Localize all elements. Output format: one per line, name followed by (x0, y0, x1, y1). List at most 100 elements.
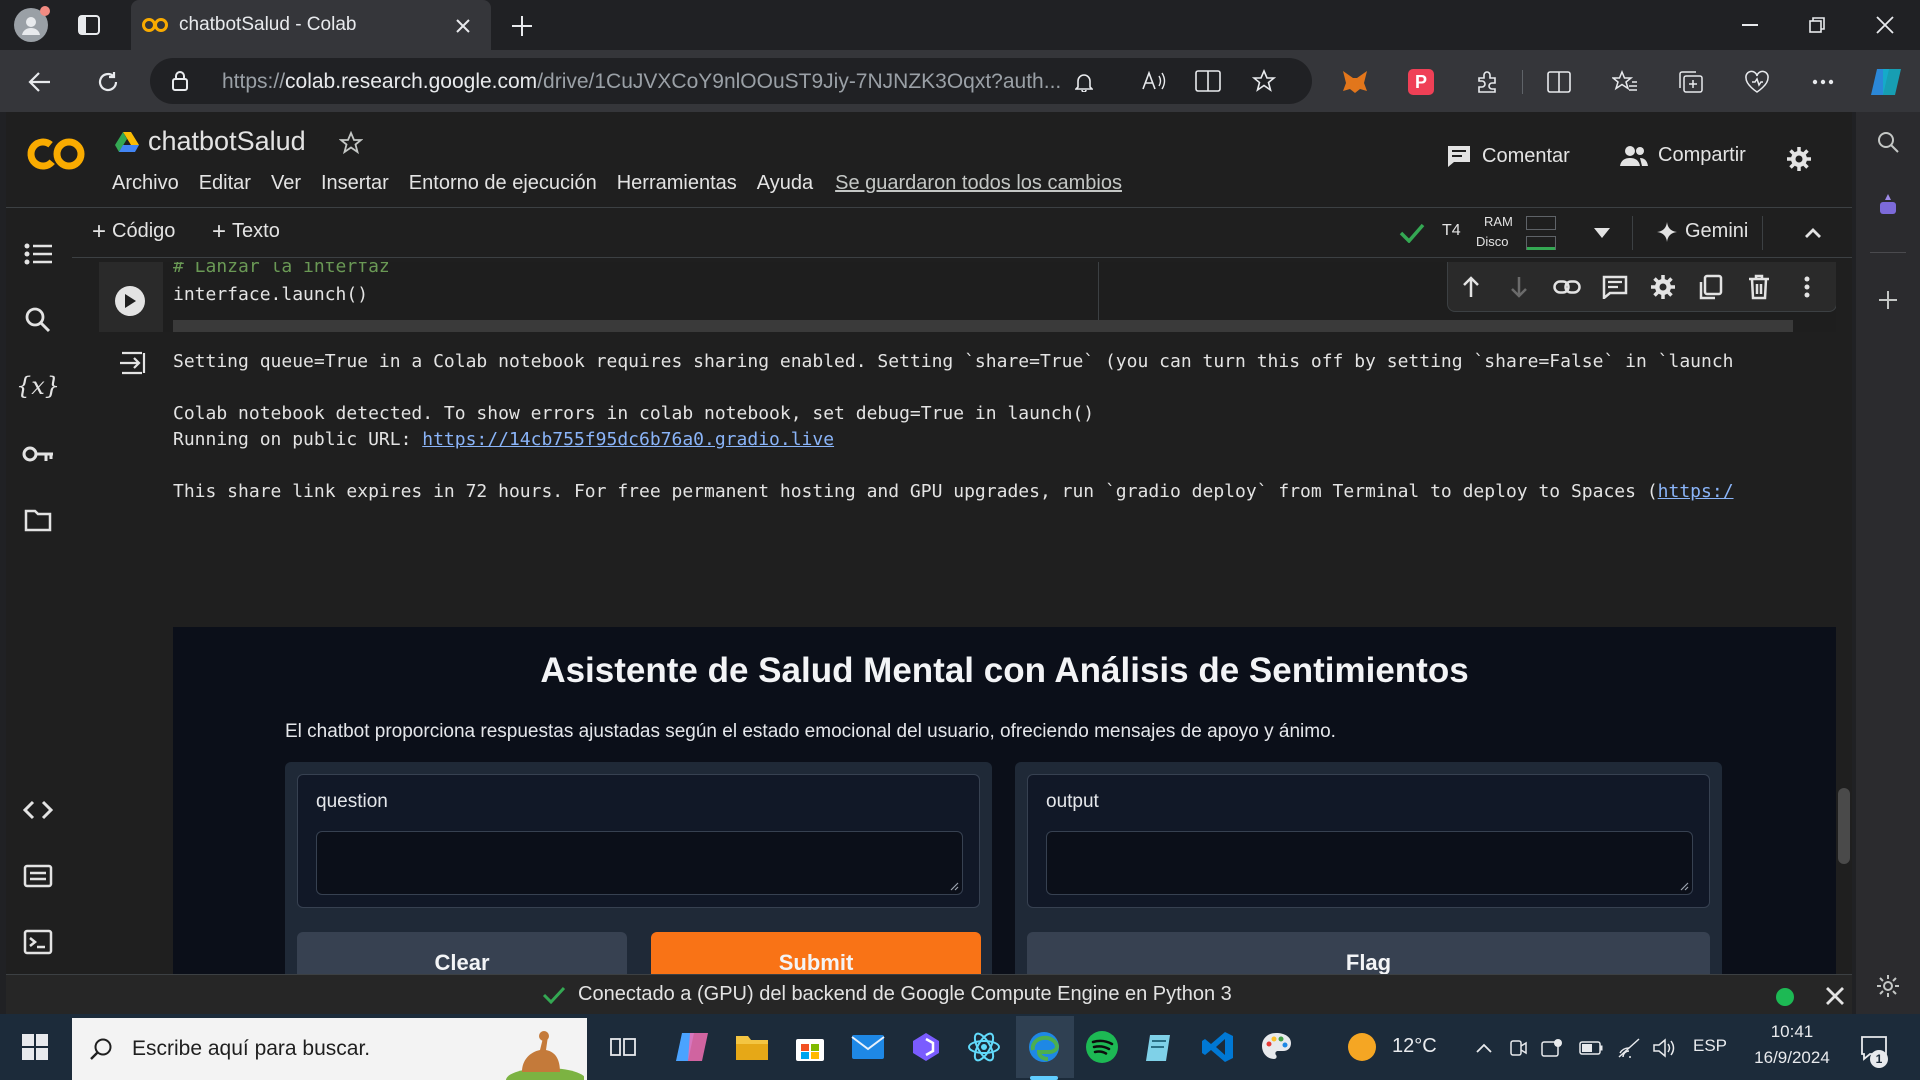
code-snippets-icon[interactable] (18, 792, 58, 828)
spotify-icon[interactable] (1082, 1028, 1122, 1066)
address-bar[interactable]: https://colab.research.google.com/drive/… (150, 58, 1312, 104)
cell-settings-icon[interactable] (1648, 272, 1678, 302)
immersive-reader-icon[interactable] (1194, 69, 1222, 93)
react-devtools-icon[interactable] (964, 1028, 1004, 1066)
lock-icon[interactable] (170, 70, 190, 92)
saved-status-link[interactable]: Se guardaron todos los cambios (835, 172, 1122, 195)
tab-actions-icon[interactable] (74, 10, 104, 40)
runtime-type[interactable]: T4 (1442, 222, 1461, 240)
vertical-scrollbar-thumb[interactable] (1838, 788, 1850, 864)
gemini-button[interactable]: Gemini (1657, 220, 1748, 243)
favorite-star-icon[interactable] (1250, 68, 1278, 94)
show-hidden-icons-chevron-icon[interactable] (1472, 1036, 1496, 1060)
add-code-button[interactable]: + Código (92, 219, 175, 243)
sidebar-games-icon[interactable] (1874, 190, 1902, 218)
microsoft-store-icon[interactable] (790, 1028, 830, 1066)
command-palette-icon[interactable] (18, 858, 58, 894)
colab-logo[interactable]: CO (26, 134, 86, 174)
horizontal-scrollbar[interactable] (173, 320, 1793, 332)
new-tab-icon[interactable] (508, 12, 536, 40)
menu-ayuda[interactable]: Ayuda (757, 172, 813, 195)
mirror-cell-icon[interactable] (1696, 272, 1726, 302)
paint-app-icon[interactable] (1256, 1028, 1296, 1066)
taskbar-search[interactable]: Escribe aquí para buscar. (72, 1018, 587, 1080)
edge-browser-icon[interactable] (1024, 1028, 1064, 1066)
add-comment-icon[interactable] (1600, 272, 1630, 302)
delete-cell-icon[interactable] (1744, 272, 1774, 302)
notification-bell-icon[interactable] (1072, 70, 1096, 94)
copilot-app-icon[interactable] (672, 1028, 712, 1066)
close-window-icon[interactable] (1870, 12, 1900, 38)
output-textarea[interactable] (1046, 831, 1693, 895)
minimize-icon[interactable] (1735, 12, 1765, 38)
terminal-icon[interactable] (18, 924, 58, 960)
notes-app-icon[interactable] (1140, 1028, 1180, 1066)
notebook-title[interactable]: chatbotSalud (148, 126, 306, 157)
clipchamp-icon[interactable] (906, 1028, 946, 1066)
comment-button[interactable]: Comentar (1446, 144, 1570, 168)
file-explorer-icon[interactable] (732, 1028, 772, 1066)
pocket-extension-icon[interactable]: P (1406, 67, 1436, 97)
runtime-dropdown-icon[interactable] (1590, 222, 1614, 244)
clear-button[interactable]: Clear (297, 932, 627, 974)
table-of-contents-icon[interactable] (18, 236, 58, 272)
read-aloud-icon[interactable] (1140, 69, 1168, 93)
split-screen-icon[interactable] (1544, 67, 1574, 97)
favorites-icon[interactable] (1610, 67, 1640, 97)
move-down-icon[interactable] (1504, 272, 1534, 302)
search-icon[interactable] (18, 302, 58, 338)
share-button[interactable]: Compartir (1620, 144, 1746, 167)
menu-editar[interactable]: Editar (199, 172, 251, 195)
weather-sun-icon[interactable] (1344, 1030, 1380, 1064)
sidebar-add-icon[interactable] (1874, 286, 1902, 314)
wifi-icon[interactable] (1616, 1036, 1642, 1060)
task-view-icon[interactable] (606, 1032, 640, 1062)
vscode-icon[interactable] (1198, 1028, 1238, 1066)
extensions-icon[interactable] (1472, 67, 1502, 97)
collapse-header-icon[interactable] (1798, 220, 1828, 246)
secrets-key-icon[interactable] (18, 436, 58, 472)
link-icon[interactable] (1552, 272, 1582, 302)
files-folder-icon[interactable] (18, 502, 58, 538)
code-cell[interactable]: # Lanzar la interfaz interface.launch() (99, 262, 1836, 332)
copilot-icon[interactable] (1868, 64, 1904, 100)
windows-start-icon[interactable] (18, 1032, 52, 1062)
weather-temperature[interactable]: 12°C (1392, 1035, 1437, 1058)
security-icon[interactable] (1540, 1036, 1564, 1060)
settings-gear-icon[interactable] (1784, 144, 1814, 174)
sidebar-settings-icon[interactable] (1874, 972, 1902, 1000)
move-up-icon[interactable] (1456, 272, 1486, 302)
add-text-button[interactable]: + Texto (212, 219, 280, 243)
taskbar-clock[interactable]: 10:41 16/9/2024 (1742, 1022, 1842, 1068)
menu-archivo[interactable]: Archivo (112, 172, 179, 195)
spaces-docs-link[interactable]: https:/ (1658, 481, 1734, 502)
menu-entorno[interactable]: Entorno de ejecución (409, 172, 597, 195)
question-textarea[interactable] (316, 831, 963, 895)
menu-herramientas[interactable]: Herramientas (617, 172, 737, 195)
flag-button[interactable]: Flag (1027, 932, 1710, 974)
resource-monitor[interactable]: RAM Disco (1476, 212, 1598, 254)
submit-button[interactable]: Submit (651, 932, 981, 974)
back-icon[interactable] (24, 66, 56, 98)
star-notebook-icon[interactable] (336, 128, 366, 158)
mail-icon[interactable] (848, 1028, 888, 1066)
public-url-link[interactable]: https://14cb755f95dc6b76a0.gradio.live (422, 429, 834, 450)
browser-essentials-icon[interactable] (1742, 67, 1772, 97)
metamask-extension-icon[interactable] (1340, 67, 1370, 97)
variables-icon[interactable]: {x} (14, 366, 62, 406)
close-status-icon[interactable] (1822, 983, 1848, 1009)
menu-insertar[interactable]: Insertar (321, 172, 389, 195)
meet-now-icon[interactable] (1506, 1036, 1530, 1060)
more-options-icon[interactable] (1808, 67, 1838, 97)
sidebar-search-icon[interactable] (1874, 128, 1902, 156)
collections-icon[interactable] (1676, 67, 1706, 97)
battery-icon[interactable] (1578, 1036, 1604, 1060)
menu-ver[interactable]: Ver (271, 172, 301, 195)
output-toggle-icon[interactable] (117, 348, 151, 378)
run-cell-button[interactable] (115, 286, 145, 316)
input-language[interactable]: ESP (1693, 1036, 1727, 1056)
refresh-icon[interactable] (92, 66, 124, 98)
more-cell-actions-icon[interactable] (1792, 272, 1822, 302)
restore-icon[interactable] (1802, 12, 1832, 38)
volume-icon[interactable] (1652, 1036, 1678, 1060)
